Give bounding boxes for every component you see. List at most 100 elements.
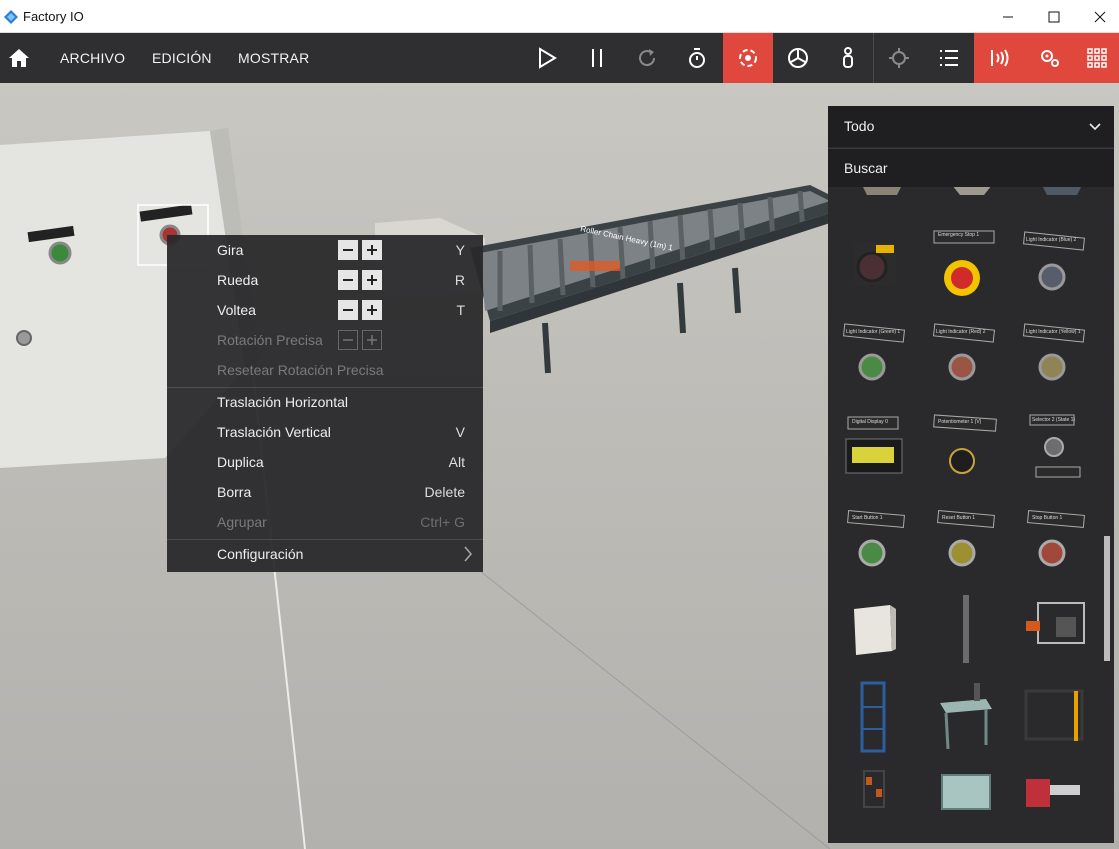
menu-item-label: Agrupar: [217, 514, 267, 530]
scrollbar-thumb[interactable]: [1104, 536, 1110, 661]
menu-item-label: Traslación Horizontal: [217, 394, 348, 410]
shortcut-key: T: [456, 302, 465, 318]
target-icon: [889, 48, 909, 68]
part-tile[interactable]: [1022, 187, 1102, 199]
menu-item-configuration[interactable]: Configuración: [167, 539, 483, 569]
part-tile-start-button[interactable]: Start Button 1: [836, 505, 916, 585]
menu-item-duplicate[interactable]: Duplica Alt: [167, 447, 483, 477]
part-tile-light-indicator-red[interactable]: Light Indicator (Red) 2: [926, 315, 1006, 395]
menu-item-label: Traslación Vertical: [217, 424, 331, 440]
shortcut-key: Ctrl+ G: [420, 514, 465, 530]
menu-item-horizontal-translation[interactable]: Traslación Horizontal: [167, 387, 483, 417]
context-menu: Gira Y Rueda R Voltea T Rotación Precisa…: [167, 235, 483, 572]
part-tile-light-indicator-green[interactable]: Light Indicator (Green) 1: [836, 315, 916, 395]
part-label: Start Button 1: [852, 515, 883, 521]
chevron-right-icon: [464, 546, 472, 562]
close-button[interactable]: [1077, 0, 1119, 33]
category-dropdown-value: Todo: [844, 118, 875, 134]
palette-grid-icon: [1086, 48, 1107, 68]
edit-mode-icon: [739, 49, 757, 67]
part-label: Light Indicator (Green) 1: [846, 329, 901, 335]
part-tile[interactable]: [932, 187, 1012, 199]
menu-file[interactable]: ARCHIVO: [60, 33, 125, 83]
window-title: Factory IO: [23, 9, 84, 24]
robot-cell-tile[interactable]: [1016, 589, 1096, 669]
target-button[interactable]: [874, 33, 924, 83]
home-button[interactable]: [0, 33, 38, 83]
reset-button[interactable]: [622, 33, 672, 83]
parts-scrollbar[interactable]: [1102, 191, 1114, 843]
home-icon: [9, 49, 29, 67]
part-tile-reset-button[interactable]: Reset Button 1: [926, 505, 1006, 585]
menu-item-reset-precise-rotation: Resetear Rotación Precisa: [167, 355, 483, 385]
stack-light-pole-tile[interactable]: [926, 589, 1006, 669]
part-tile-light-indicator-blue[interactable]: Light Indicator (Blue) 2: [1016, 223, 1096, 303]
menu-item-roll[interactable]: Rueda R: [167, 265, 483, 295]
menu-item-label: Duplica: [217, 454, 264, 470]
first-person-button[interactable]: [823, 33, 873, 83]
title-bar: Factory IO: [0, 0, 1119, 33]
reset-icon: [639, 49, 656, 67]
shortcut-key: V: [455, 424, 465, 440]
part-tile[interactable]: [842, 187, 922, 199]
part-tile-light-indicator-yellow[interactable]: Light Indicator (Yellow) 1: [1016, 315, 1096, 395]
shortcut-key: Delete: [424, 484, 465, 500]
part-tile-digital-display[interactable]: Digital Display 0: [836, 409, 916, 489]
electric-cabinet-tile[interactable]: [836, 589, 916, 669]
minus-icon[interactable]: [338, 240, 358, 260]
fan-button[interactable]: [773, 33, 823, 83]
part-label: Digital Display 0: [852, 419, 888, 425]
category-dropdown[interactable]: Todo: [828, 106, 1114, 147]
part-label: Light Indicator (Blue) 2: [1026, 237, 1077, 243]
minus-icon: [338, 330, 358, 350]
minus-icon[interactable]: [338, 300, 358, 320]
part-tile-stop-button[interactable]: Stop Button 1: [1016, 505, 1096, 585]
menu-item-delete[interactable]: Borra Delete: [167, 477, 483, 507]
main-toolbar: ARCHIVO EDICIÓN MOSTRAR: [0, 33, 1119, 83]
part-label: Selector 2 (State 1): [1032, 417, 1076, 423]
part-label: Light Indicator (Red) 2: [936, 329, 986, 335]
maximize-button[interactable]: [1031, 0, 1077, 33]
part-tile[interactable]: [836, 223, 916, 303]
chevron-down-icon: [1089, 123, 1101, 131]
plus-icon[interactable]: [362, 270, 382, 290]
sensors-button[interactable]: [974, 33, 1024, 83]
palette-button[interactable]: [1074, 33, 1119, 83]
sensors-icon: [991, 49, 1009, 67]
pause-button[interactable]: [572, 33, 622, 83]
timer-button[interactable]: [672, 33, 722, 83]
play-icon: [539, 47, 557, 69]
part-tile-potentiometer[interactable]: Potentiometer 1 (V): [926, 409, 1006, 489]
light-indicator-icon: [1022, 231, 1086, 291]
minimize-button[interactable]: [985, 0, 1031, 33]
menu-item-label: Configuración: [217, 546, 304, 562]
person-icon: [843, 47, 853, 68]
part-tile-emergency-stop[interactable]: Emergency Stop 1: [926, 223, 1006, 303]
pick-place-tile[interactable]: [1016, 765, 1096, 843]
play-button[interactable]: [521, 33, 571, 83]
list-button[interactable]: [924, 33, 974, 83]
menu-view[interactable]: MOSTRAR: [238, 33, 309, 83]
menu-item-rotate[interactable]: Gira Y: [167, 235, 483, 265]
drivers-button[interactable]: [1024, 33, 1074, 83]
rack-tile[interactable]: [836, 677, 916, 757]
menu-edit[interactable]: EDICIÓN: [152, 33, 212, 83]
menu-item-group: Agrupar Ctrl+ G: [167, 507, 483, 537]
part-tile-selector[interactable]: Selector 2 (State 1): [1016, 409, 1096, 489]
menu-item-vertical-translation[interactable]: Traslación Vertical V: [167, 417, 483, 447]
pallet-rack-tile[interactable]: [836, 765, 916, 843]
edit-mode-button[interactable]: [723, 33, 773, 83]
plus-icon[interactable]: [362, 240, 382, 260]
machining-center-tile[interactable]: [926, 765, 1006, 843]
gantry-frame-tile[interactable]: [1016, 677, 1096, 757]
fan-icon: [788, 48, 808, 68]
menu-item-label: Borra: [217, 484, 252, 500]
part-label: Light Indicator (Yellow) 1: [1026, 329, 1081, 335]
menu-item-label: Voltea: [217, 302, 256, 318]
work-table-tile[interactable]: [926, 677, 1006, 757]
search-field[interactable]: Buscar: [828, 148, 1114, 187]
timer-icon: [689, 48, 705, 68]
minus-icon[interactable]: [338, 270, 358, 290]
plus-icon[interactable]: [362, 300, 382, 320]
menu-item-flip[interactable]: Voltea T: [167, 295, 483, 325]
